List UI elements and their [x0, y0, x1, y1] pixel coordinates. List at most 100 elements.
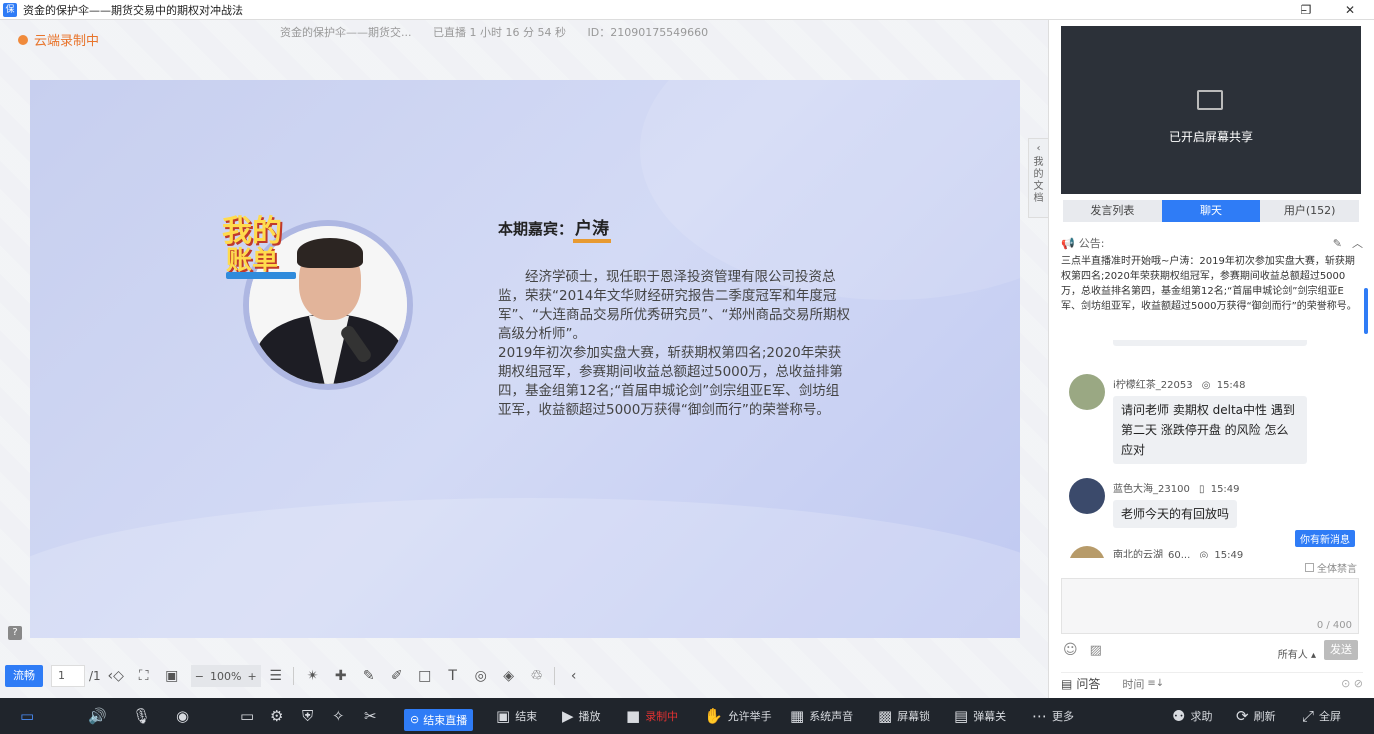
- announcement-scrollbar[interactable]: [1364, 288, 1368, 334]
- recipient-select[interactable]: 所有人 ▴: [1278, 646, 1316, 661]
- refresh-button[interactable]: ⟳ 刷新: [1236, 698, 1276, 734]
- system-sound-icon: ▦: [790, 707, 805, 725]
- gear-icon: ⚙: [270, 707, 284, 725]
- exit-icon: ⊝: [410, 713, 420, 726]
- device-icon: ◎: [1199, 550, 1209, 558]
- app-window: 保 资金的保护伞——期货交易中的期权对冲战法 – ❐ ✕ 云端录制中 资金的保护…: [0, 0, 1374, 734]
- message-user: 蓝色大海_23100: [1113, 484, 1190, 495]
- raise-hand-label: 允许举手: [727, 710, 772, 723]
- toolbar-divider: [553, 667, 555, 685]
- play-button[interactable]: ▶ 播放: [562, 698, 601, 734]
- move-icon[interactable]: ✚: [328, 663, 354, 689]
- clear-icon[interactable]: ♲: [524, 663, 550, 689]
- rectangle-icon[interactable]: □: [412, 663, 438, 689]
- laser-pointer-icon[interactable]: ✴: [300, 663, 326, 689]
- slide-toolbar: 流畅 1 /1 ‹◇ ⛶ ▣ − 100% + ☰ ✴ ✚ ✎ ✐ □ T ◎ …: [0, 660, 1048, 692]
- fit-screen-icon[interactable]: ⛶: [131, 663, 157, 689]
- help-button[interactable]: ⚉ 求助: [1172, 698, 1212, 734]
- badge-strip: [226, 272, 296, 279]
- microphone-icon: 🎙: [132, 707, 152, 725]
- my-documents-label: 我的文档: [1033, 157, 1044, 204]
- qa-settings-icon[interactable]: ⊙ ⊘: [1341, 677, 1363, 690]
- qa-icon: ▤: [1061, 676, 1073, 691]
- image-icon[interactable]: ▨: [1090, 643, 1102, 658]
- qa-time-sort[interactable]: 时间: [1122, 676, 1144, 692]
- pen-icon[interactable]: ✎: [356, 663, 382, 689]
- mobile-icon: ▯: [1199, 484, 1205, 495]
- screen-lock-button[interactable]: ▩ 屏幕锁: [878, 698, 930, 734]
- end-button[interactable]: ▣ 结束: [496, 698, 537, 734]
- page-total: /1: [89, 669, 101, 683]
- circle-icon[interactable]: ◎: [468, 663, 494, 689]
- device-icon: ◎: [1201, 380, 1211, 391]
- window-title: 资金的保护伞——期货交易中的期权对冲战法: [23, 3, 243, 17]
- collapse-toolbar-icon[interactable]: ‹: [561, 663, 587, 689]
- new-message-badge[interactable]: 你有新消息: [1295, 530, 1355, 547]
- presentation-area: 云端录制中 资金的保护伞——期货交... 已直播 1 小时 16 分 54 秒 …: [0, 20, 1048, 698]
- recording-indicator: 云端录制中: [18, 30, 99, 49]
- help-icon[interactable]: ?: [8, 626, 22, 640]
- fullscreen-button[interactable]: ⤢ 全屏: [1302, 698, 1341, 734]
- zoom-control: − 100% +: [190, 665, 261, 687]
- more-button[interactable]: ⋯ 更多: [1032, 698, 1074, 734]
- mute-all-toggle[interactable]: 全体禁言: [1305, 560, 1357, 575]
- maximize-button[interactable]: ❐: [1286, 0, 1326, 20]
- shield-icon: ⛨: [302, 707, 314, 725]
- mute-all-checkbox[interactable]: [1305, 563, 1314, 572]
- zoom-level: 100%: [209, 669, 242, 683]
- settings-button[interactable]: ⚙: [270, 698, 288, 734]
- mic-button[interactable]: 🎙: [132, 698, 156, 734]
- recording-label: 云端录制中: [34, 34, 100, 49]
- eraser-icon[interactable]: ◈: [496, 663, 522, 689]
- collapse-icon[interactable]: ︿: [1352, 235, 1363, 251]
- system-sound-button[interactable]: ▦ 系统声音: [790, 698, 853, 734]
- tab-speaker-list[interactable]: 发言列表: [1063, 200, 1162, 222]
- zoom-in-icon[interactable]: +: [247, 670, 256, 683]
- chat-message-list: i柠檬红茶_22053 ◎ 15:48 请问老师 卖期权 delta中性 遇到 …: [1061, 340, 1363, 558]
- app-logo: 保: [3, 2, 17, 17]
- end-live-button[interactable]: ⊝ 结束直播: [404, 698, 474, 734]
- actual-size-icon[interactable]: ▣: [159, 663, 185, 689]
- webcam-button[interactable]: ◉: [176, 698, 194, 734]
- danmu-button[interactable]: ▤ 弹幕关: [954, 698, 1006, 734]
- page-input[interactable]: 1: [51, 665, 85, 687]
- screen-lock-label: 屏幕锁: [897, 710, 931, 723]
- speaker-button[interactable]: 🔊: [88, 698, 112, 734]
- text-tool-icon[interactable]: T: [440, 663, 466, 689]
- message-meta: 南北的云湖_60... ◎ 15:49: [1113, 546, 1243, 558]
- cut-button[interactable]: ✂: [364, 698, 382, 734]
- tab-users[interactable]: 用户(152): [1260, 200, 1359, 222]
- my-bill-badge: 我的 账单: [218, 200, 308, 280]
- recording-button[interactable]: ■ 录制中: [626, 698, 678, 734]
- security-button[interactable]: ⛨: [302, 698, 318, 734]
- tab-chat[interactable]: 聊天: [1161, 200, 1261, 222]
- end-label: 结束: [515, 710, 538, 723]
- effects-button[interactable]: ✧: [332, 698, 350, 734]
- my-documents-tab[interactable]: ‹ 我的文档: [1028, 138, 1048, 218]
- toolbar-divider: [292, 667, 294, 685]
- play-label: 播放: [578, 710, 601, 723]
- screen-share-status: 已开启屏幕共享: [1168, 130, 1253, 144]
- screen-lock-icon: ▩: [878, 707, 893, 725]
- sort-icon[interactable]: ≡↓: [1147, 678, 1164, 689]
- quality-mode-button[interactable]: 流畅: [5, 665, 43, 687]
- whiteboard-button[interactable]: ▭: [240, 698, 259, 734]
- panel-tabs: 发言列表 聊天 用户(152): [1063, 200, 1359, 222]
- recipient-label: 所有人: [1277, 650, 1308, 661]
- notes-icon[interactable]: ☰: [263, 663, 289, 689]
- fullscreen-icon: ⤢: [1302, 707, 1315, 725]
- zoom-out-icon[interactable]: −: [195, 670, 204, 683]
- title-bar: 保 资金的保护伞——期货交易中的期权对冲战法 – ❐ ✕: [0, 0, 1374, 20]
- edit-icon[interactable]: ✎: [1333, 237, 1342, 250]
- video-preview: 已开启屏幕共享: [1061, 26, 1361, 194]
- camera-button[interactable]: ▭: [20, 698, 39, 734]
- prev-next-icon[interactable]: ‹◇: [103, 663, 129, 689]
- chat-input[interactable]: 0 / 400: [1061, 578, 1359, 634]
- qa-label[interactable]: 问答: [1076, 675, 1100, 692]
- send-button[interactable]: 发送: [1324, 640, 1358, 660]
- announcement-label: 公告:: [1078, 237, 1105, 250]
- close-button[interactable]: ✕: [1330, 0, 1370, 20]
- emoji-icon[interactable]: ☺: [1063, 642, 1078, 658]
- raise-hand-button[interactable]: ✋ 允许举手: [704, 698, 772, 734]
- highlighter-icon[interactable]: ✐: [384, 663, 410, 689]
